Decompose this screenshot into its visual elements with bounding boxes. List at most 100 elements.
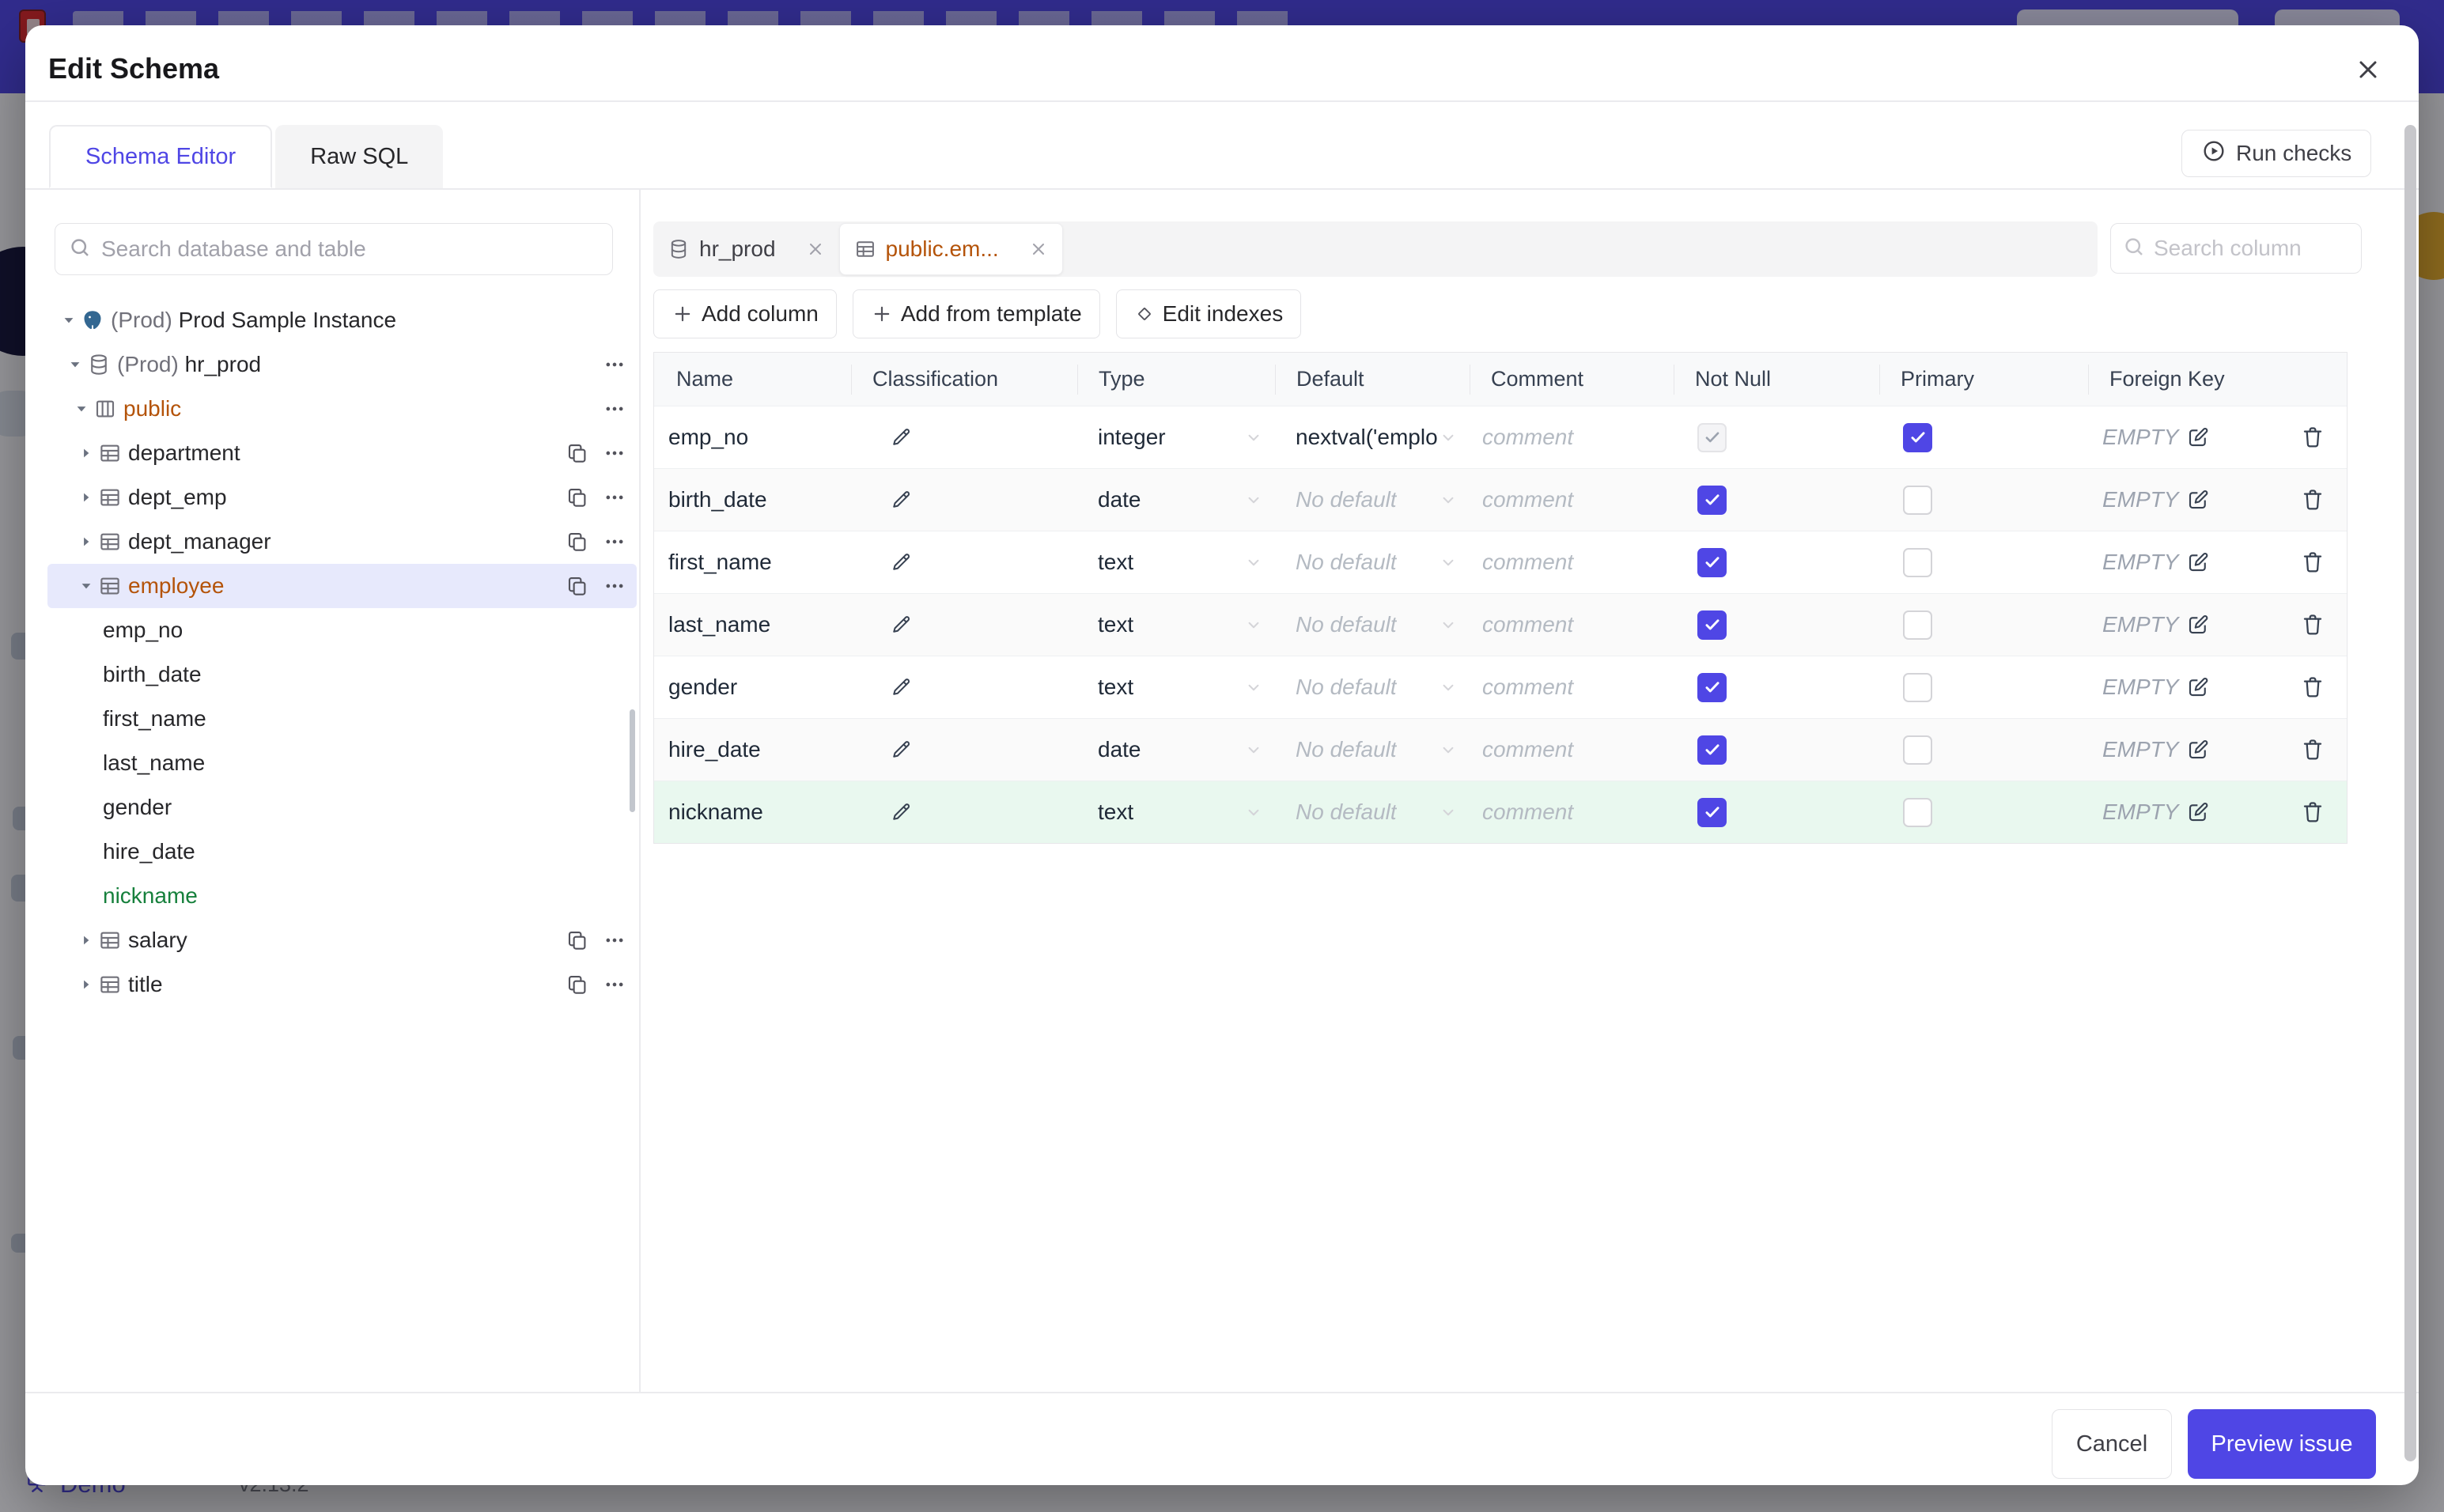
not-null-checkbox[interactable] <box>1697 735 1727 765</box>
sidebar-scrollbar-thumb[interactable] <box>630 709 635 812</box>
primary-checkbox[interactable] <box>1903 547 1932 577</box>
delete-column-button[interactable] <box>2300 550 2325 575</box>
tab-schema-editor[interactable]: Schema Editor <box>49 125 273 188</box>
edit-foreign-key-button[interactable] <box>2186 488 2210 512</box>
tree-item-Prod Sample Instance[interactable]: (Prod) Prod Sample Instance <box>47 298 637 342</box>
comment-input[interactable]: comment <box>1470 737 1674 762</box>
column-name[interactable]: first_name <box>654 550 851 575</box>
default-select[interactable]: No default <box>1275 487 1470 512</box>
tree-item-hr_prod[interactable]: (Prod) hr_prod <box>47 342 637 387</box>
caret-right-icon[interactable] <box>74 490 98 505</box>
not-null-checkbox[interactable] <box>1697 610 1727 640</box>
default-select[interactable]: No default <box>1275 737 1470 762</box>
comment-input[interactable]: comment <box>1470 487 1674 512</box>
edit-classification-button[interactable] <box>889 800 913 824</box>
not-null-checkbox[interactable] <box>1697 672 1727 702</box>
delete-column-button[interactable] <box>2300 487 2325 512</box>
primary-checkbox[interactable] <box>1903 672 1932 702</box>
edit-foreign-key-button[interactable] <box>2186 425 2210 449</box>
more-actions-button[interactable] <box>603 486 626 508</box>
primary-checkbox[interactable] <box>1903 610 1932 640</box>
primary-checkbox[interactable] <box>1903 485 1932 515</box>
edit-classification-button[interactable] <box>889 613 913 637</box>
tree-item-public[interactable]: public <box>47 387 637 431</box>
not-null-checkbox[interactable] <box>1697 797 1727 827</box>
caret-down-icon[interactable] <box>63 357 87 372</box>
comment-input[interactable]: comment <box>1470 612 1674 637</box>
primary-checkbox[interactable] <box>1903 797 1932 827</box>
not-null-checkbox[interactable] <box>1697 485 1727 515</box>
column-search-input[interactable] <box>2154 236 2350 261</box>
more-actions-button[interactable] <box>603 973 626 996</box>
tree-item-emp_no[interactable]: emp_no <box>47 608 637 652</box>
tree-item-birth_date[interactable]: birth_date <box>47 652 637 697</box>
caret-right-icon[interactable] <box>74 534 98 550</box>
not-null-checkbox[interactable] <box>1697 422 1727 452</box>
default-select[interactable]: No default <box>1275 550 1470 575</box>
primary-checkbox[interactable] <box>1903 422 1932 452</box>
more-actions-button[interactable] <box>603 353 626 376</box>
delete-column-button[interactable] <box>2300 612 2325 637</box>
tree-item-nickname[interactable]: nickname <box>47 874 637 918</box>
copy-table-button[interactable] <box>566 530 589 554</box>
tree-item-employee[interactable]: employee <box>47 564 637 608</box>
column-name[interactable]: hire_date <box>654 737 851 762</box>
primary-checkbox[interactable] <box>1903 735 1932 765</box>
comment-input[interactable]: comment <box>1470 799 1674 825</box>
default-select[interactable]: No default <box>1275 799 1470 825</box>
type-select[interactable]: text <box>1077 799 1275 825</box>
add-column-button[interactable]: Add column <box>653 289 837 338</box>
tree-item-gender[interactable]: gender <box>47 785 637 830</box>
caret-down-icon[interactable] <box>70 401 93 417</box>
default-select[interactable]: No default <box>1275 675 1470 700</box>
run-checks-button[interactable]: Run checks <box>2181 130 2372 177</box>
copy-table-button[interactable] <box>566 928 589 952</box>
modal-scrollbar-thumb[interactable] <box>2404 125 2416 1461</box>
close-tab-icon[interactable] <box>806 240 825 259</box>
comment-input[interactable]: comment <box>1470 550 1674 575</box>
edit-indexes-button[interactable]: Edit indexes <box>1115 289 1302 338</box>
default-select[interactable]: No default <box>1275 612 1470 637</box>
delete-column-button[interactable] <box>2300 675 2325 700</box>
tree-item-dept_emp[interactable]: dept_emp <box>47 475 637 520</box>
more-actions-button[interactable] <box>603 531 626 553</box>
type-select[interactable]: integer <box>1077 425 1275 450</box>
preview-issue-button[interactable]: Preview issue <box>2188 1409 2376 1479</box>
edit-classification-button[interactable] <box>889 675 913 699</box>
tree-item-dept_manager[interactable]: dept_manager <box>47 520 637 564</box>
type-select[interactable]: text <box>1077 675 1275 700</box>
tree-item-first_name[interactable]: first_name <box>47 697 637 741</box>
edit-foreign-key-button[interactable] <box>2186 550 2210 574</box>
caret-right-icon[interactable] <box>74 445 98 461</box>
not-null-checkbox[interactable] <box>1697 547 1727 577</box>
edit-classification-button[interactable] <box>889 425 913 449</box>
comment-input[interactable]: comment <box>1470 675 1674 700</box>
column-name[interactable]: last_name <box>654 612 851 637</box>
add-from-template-button[interactable]: Add from template <box>852 289 1100 338</box>
comment-input[interactable]: comment <box>1470 425 1674 450</box>
edit-foreign-key-button[interactable] <box>2186 675 2210 699</box>
caret-right-icon[interactable] <box>74 932 98 948</box>
type-select[interactable]: text <box>1077 550 1275 575</box>
database-search-input[interactable] <box>101 236 600 262</box>
type-select[interactable]: text <box>1077 612 1275 637</box>
editor-tab-public-employee[interactable]: public.em... <box>838 223 1063 275</box>
column-name[interactable]: nickname <box>654 799 851 825</box>
edit-foreign-key-button[interactable] <box>2186 738 2210 762</box>
more-actions-button[interactable] <box>603 929 626 951</box>
close-button[interactable] <box>2351 52 2385 87</box>
edit-foreign-key-button[interactable] <box>2186 800 2210 824</box>
copy-table-button[interactable] <box>566 486 589 509</box>
type-select[interactable]: date <box>1077 737 1275 762</box>
column-name[interactable]: gender <box>654 675 851 700</box>
cancel-button[interactable]: Cancel <box>2052 1409 2172 1479</box>
more-actions-button[interactable] <box>603 398 626 420</box>
copy-table-button[interactable] <box>566 973 589 996</box>
delete-column-button[interactable] <box>2300 737 2325 762</box>
edit-foreign-key-button[interactable] <box>2186 613 2210 637</box>
delete-column-button[interactable] <box>2300 425 2325 450</box>
editor-tab-hr-prod[interactable]: hr_prod <box>653 221 839 277</box>
close-tab-icon[interactable] <box>1029 240 1048 259</box>
more-actions-button[interactable] <box>603 442 626 464</box>
edit-classification-button[interactable] <box>889 550 913 574</box>
